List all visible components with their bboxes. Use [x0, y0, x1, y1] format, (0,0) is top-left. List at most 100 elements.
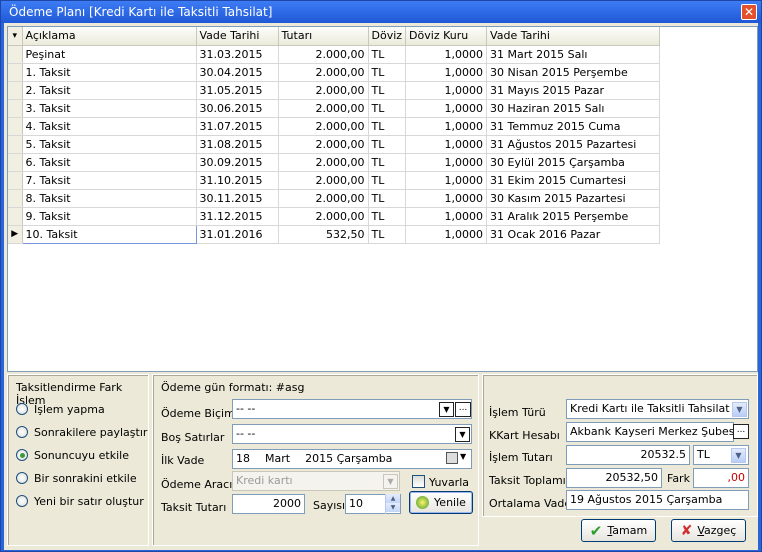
cell-tutari[interactable]: 2.000,00 — [278, 207, 369, 226]
row-indicator[interactable] — [8, 117, 23, 136]
cell-aciklama[interactable]: 10. Taksit — [21, 224, 197, 244]
radio-button[interactable] — [16, 426, 28, 438]
cell-vade-tarihi[interactable]: 31.08.2015 — [196, 135, 279, 154]
cell-tutari[interactable]: 2.000,00 — [278, 135, 369, 154]
bos-satirlar-select[interactable]: -- -- — [232, 424, 472, 444]
currency-dropdown-icon[interactable]: ▼ — [731, 448, 746, 463]
table-row[interactable]: 6. Taksit 30.09.2015 2.000,00 TL 1,0000 30 Ey… — [8, 153, 661, 172]
cell-vade-tarihi[interactable]: 30.04.2015 — [196, 63, 279, 82]
odeme-araci-dropdown-icon[interactable]: ▼ — [383, 474, 398, 489]
taksit-tutari-input[interactable]: 2000 — [232, 494, 305, 514]
cell-vade-tarihi-long[interactable]: 30 Kasım 2015 Pazartesi — [486, 189, 661, 208]
row-indicator[interactable] — [8, 171, 23, 190]
cell-aciklama[interactable]: 3. Taksit — [22, 99, 197, 118]
cell-vade-tarihi-long[interactable]: 31 Temmuz 2015 Cuma — [486, 117, 661, 136]
table-row[interactable]: 2. Taksit 31.05.2015 2.000,00 TL 1,0000 31 Ma… — [8, 81, 661, 100]
cell-doviz-kuru[interactable]: 1,0000 — [405, 225, 488, 244]
row-indicator[interactable] — [8, 45, 23, 64]
cell-vade-tarihi-long[interactable]: 31 Ekim 2015 Cumartesi — [486, 171, 661, 190]
radio-bir-sonrakini-etkile[interactable]: Bir sonrakini etkile — [16, 470, 137, 486]
cell-tutari[interactable]: 2.000,00 — [278, 81, 369, 100]
cell-doviz[interactable]: TL — [368, 117, 407, 136]
odeme-araci-select[interactable]: Kredi kartı — [232, 471, 400, 491]
cell-vade-tarihi-long[interactable]: 31 Ağustos 2015 Pazartesi — [486, 135, 661, 154]
cell-doviz-kuru[interactable]: 1,0000 — [405, 135, 488, 154]
cell-aciklama[interactable]: 7. Taksit — [22, 171, 197, 190]
cell-aciklama[interactable]: 8. Taksit — [22, 189, 197, 208]
cell-doviz[interactable]: TL — [368, 63, 407, 82]
table-row[interactable]: Peşinat 31.03.2015 2.000,00 TL 1,0000 31 Mart… — [8, 45, 661, 64]
cell-doviz[interactable]: TL — [368, 225, 407, 244]
cell-vade-tarihi[interactable]: 30.11.2015 — [196, 189, 279, 208]
cell-doviz[interactable]: TL — [368, 153, 407, 172]
cell-vade-tarihi[interactable]: 31.05.2015 — [196, 81, 279, 100]
row-indicator[interactable] — [8, 153, 23, 172]
cell-vade-tarihi[interactable]: 30.06.2015 — [196, 99, 279, 118]
ilk-vade-date-picker[interactable]: 18 Mart 2015 Çarşamba — [232, 449, 472, 469]
row-indicator[interactable] — [8, 135, 23, 154]
cell-aciklama[interactable]: 9. Taksit — [22, 207, 197, 226]
fark-input[interactable]: ,00 — [693, 468, 749, 488]
cell-doviz-kuru[interactable]: 1,0000 — [405, 189, 488, 208]
cell-aciklama[interactable]: 2. Taksit — [22, 81, 197, 100]
column-header-vade-tarihi-long[interactable]: Vade Tarihi — [486, 27, 661, 46]
sayisi-spinner[interactable]: ▲ ▼ — [385, 494, 400, 514]
cell-doviz[interactable]: TL — [368, 207, 407, 226]
cell-tutari[interactable]: 2.000,00 — [278, 153, 369, 172]
spin-up-icon[interactable]: ▲ — [386, 494, 400, 503]
table-row[interactable]: 9. Taksit 31.12.2015 2.000,00 TL 1,0000 31 Ar… — [8, 207, 661, 226]
table-row[interactable]: 4. Taksit 31.07.2015 2.000,00 TL 1,0000 31 Te… — [8, 117, 661, 136]
cell-doviz[interactable]: TL — [368, 189, 407, 208]
radio-button[interactable] — [16, 495, 28, 507]
table-row[interactable]: 1. Taksit 30.04.2015 2.000,00 TL 1,0000 30 Ni… — [8, 63, 661, 82]
cell-doviz[interactable]: TL — [368, 135, 407, 154]
odeme-bicimi-select[interactable]: -- -- — [232, 399, 472, 419]
cell-aciklama[interactable]: 4. Taksit — [22, 117, 197, 136]
column-header-tutari[interactable]: Tutarı — [278, 27, 369, 46]
column-header-doviz[interactable]: Döviz — [368, 27, 407, 46]
column-chooser-icon[interactable]: ▾ — [8, 27, 23, 46]
cell-vade-tarihi[interactable]: 31.07.2015 — [196, 117, 279, 136]
column-header-vade-tarihi[interactable]: Vade Tarihi — [196, 27, 279, 46]
taksit-toplami-input[interactable]: 20532,50 — [566, 468, 662, 488]
bos-satirlar-dropdown-icon[interactable]: ▼ — [455, 427, 470, 442]
row-indicator[interactable] — [8, 63, 23, 82]
cell-aciklama[interactable]: Peşinat — [22, 45, 197, 64]
islem-turu-select[interactable]: Kredi Kartı ile Taksitli Tahsilat — [566, 399, 749, 419]
cell-vade-tarihi[interactable]: 30.09.2015 — [196, 153, 279, 172]
cell-vade-tarihi[interactable]: 31.12.2015 — [196, 207, 279, 226]
kkart-input[interactable]: Akbank Kayseri Merkez Şubesi TL — [566, 422, 734, 442]
radio-button[interactable] — [16, 449, 28, 461]
cell-doviz-kuru[interactable]: 1,0000 — [405, 81, 488, 100]
table-row[interactable]: ▶ 10. Taksit 31.01.2016 532,50 TL 1,0000 31 Oc… — [8, 224, 661, 244]
date-dropdown-icon[interactable]: ▼ — [460, 452, 466, 461]
cell-tutari[interactable]: 2.000,00 — [278, 45, 369, 64]
radio-button[interactable] — [16, 403, 28, 415]
cell-aciklama[interactable]: 6. Taksit — [22, 153, 197, 172]
cell-doviz[interactable]: TL — [368, 99, 407, 118]
table-row[interactable]: 3. Taksit 30.06.2015 2.000,00 TL 1,0000 30 Ha… — [8, 99, 661, 118]
row-indicator[interactable] — [8, 99, 23, 118]
cell-doviz[interactable]: TL — [368, 45, 407, 64]
cell-vade-tarihi[interactable]: 31.10.2015 — [196, 171, 279, 190]
close-icon[interactable]: ✕ — [741, 4, 757, 20]
islem-tutari-input[interactable]: 20532.5 — [566, 445, 690, 465]
cell-doviz[interactable]: TL — [368, 171, 407, 190]
spin-down-icon[interactable]: ▼ — [386, 503, 400, 512]
cell-aciklama[interactable]: 5. Taksit — [22, 135, 197, 154]
cell-vade-tarihi[interactable]: 31.03.2015 — [196, 45, 279, 64]
cell-vade-tarihi-long[interactable]: 30 Haziran 2015 Salı — [486, 99, 661, 118]
cell-doviz-kuru[interactable]: 1,0000 — [405, 207, 488, 226]
cell-tutari[interactable]: 2.000,00 — [278, 171, 369, 190]
cell-doviz-kuru[interactable]: 1,0000 — [405, 99, 488, 118]
row-indicator[interactable] — [8, 189, 23, 208]
payment-plan-grid[interactable]: ▾ Açıklama Vade Tarihi Tutarı Döviz Dövi… — [7, 26, 758, 372]
column-header-doviz-kuru[interactable]: Döviz Kuru — [405, 27, 488, 46]
cell-vade-tarihi[interactable]: 31.01.2016 — [196, 225, 279, 244]
cell-tutari[interactable]: 2.000,00 — [278, 63, 369, 82]
row-indicator[interactable] — [8, 81, 23, 100]
cell-doviz-kuru[interactable]: 1,0000 — [405, 153, 488, 172]
column-header-aciklama[interactable]: Açıklama — [22, 27, 197, 46]
ortalama-vade-input[interactable]: 19 Ağustos 2015 Çarşamba — [566, 490, 749, 510]
cell-vade-tarihi-long[interactable]: 31 Ocak 2016 Pazar — [486, 225, 661, 244]
